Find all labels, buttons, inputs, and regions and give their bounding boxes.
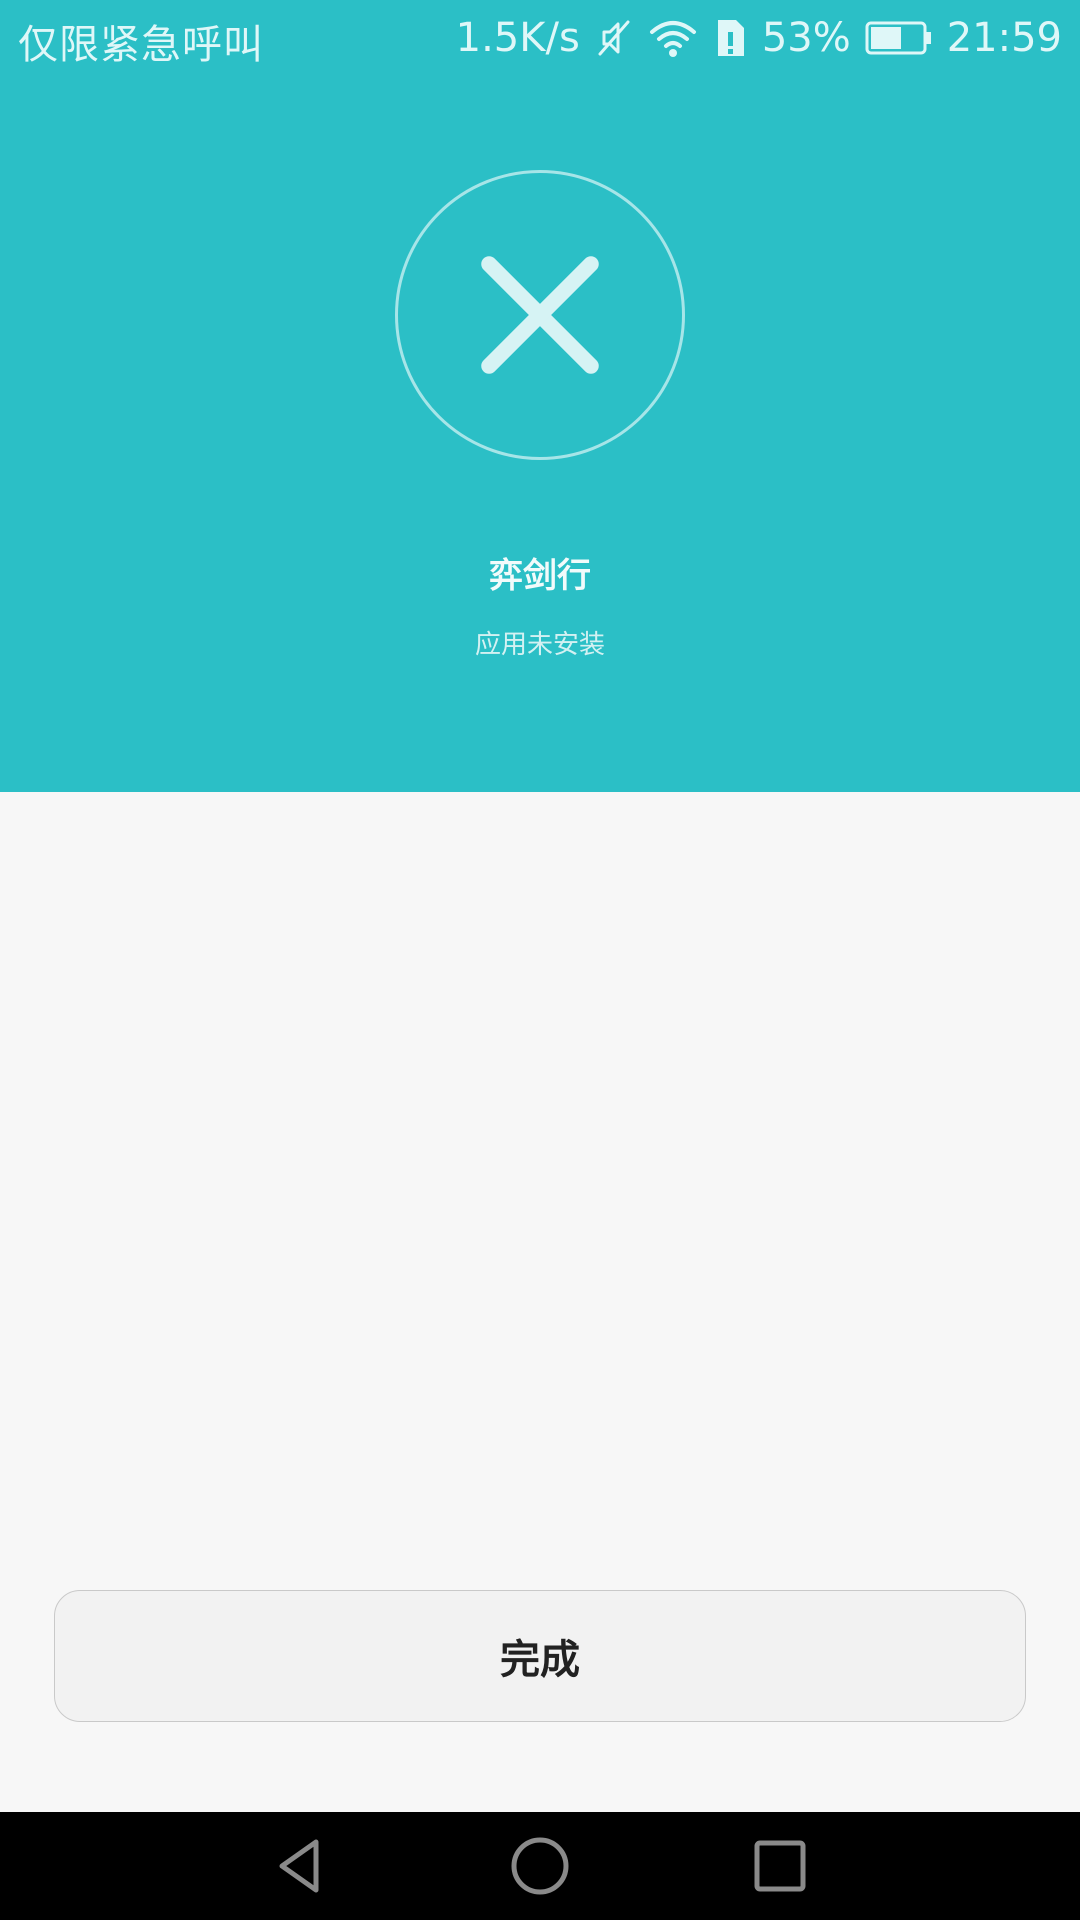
network-speed: 1.5K/s: [455, 15, 580, 61]
install-status-message: 应用未安装: [474, 630, 605, 660]
back-icon[interactable]: [268, 1834, 332, 1898]
recent-apps-icon[interactable]: [748, 1834, 812, 1898]
done-button[interactable]: 完成: [54, 1590, 1026, 1722]
battery-icon: [865, 20, 933, 56]
sim-alert-icon: [712, 16, 748, 60]
result-header: 仅限紧急呼叫 1.5K/s 53% 21:59 弈剑行 应用未安装: [0, 0, 1080, 792]
status-indicators: 1.5K/s 53% 21:59: [456, 12, 1062, 64]
navigation-bar: [0, 1812, 1080, 1920]
battery-percent: 53%: [761, 15, 851, 61]
home-icon[interactable]: [508, 1834, 572, 1898]
status-bar: 仅限紧急呼叫 1.5K/s 53% 21:59: [0, 0, 1080, 76]
install-result-screen: 仅限紧急呼叫 1.5K/s 53% 21:59 弈剑行 应用未安装 完成: [0, 0, 1080, 1920]
close-icon: [481, 256, 599, 374]
result-icon-circle: [395, 170, 685, 460]
app-name: 弈剑行: [489, 556, 591, 596]
wifi-icon: [648, 16, 698, 60]
clock: 21:59: [946, 15, 1062, 61]
mute-icon: [594, 16, 634, 60]
carrier-label: 仅限紧急呼叫: [18, 22, 264, 68]
